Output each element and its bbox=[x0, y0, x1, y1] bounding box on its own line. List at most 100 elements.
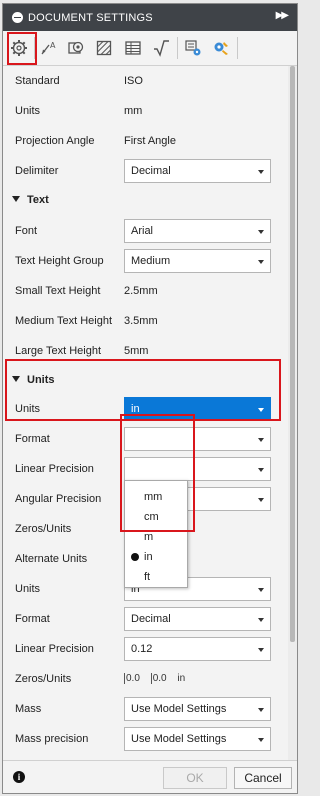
mass-precision-row: Mass precision Use Model Settings bbox=[3, 724, 288, 754]
alt-format-label: Format bbox=[15, 613, 50, 625]
medium-text-height-label: Medium Text Height bbox=[15, 315, 113, 327]
alt-format-select[interactable]: Decimal bbox=[124, 607, 271, 631]
gear-highlight-box bbox=[7, 32, 37, 65]
settings-scrollbar[interactable] bbox=[288, 66, 297, 760]
view-icon[interactable] bbox=[63, 34, 89, 62]
panel-footer: i OK Cancel bbox=[3, 760, 297, 793]
toolbar-divider bbox=[177, 37, 178, 59]
small-text-height-label: Small Text Height bbox=[15, 285, 101, 297]
alt-zeros-units-toggles[interactable]: 0.0 0.0 in bbox=[124, 673, 185, 684]
ok-button[interactable]: OK bbox=[163, 767, 227, 789]
toolbar-divider bbox=[237, 37, 238, 59]
scrollbar-thumb[interactable] bbox=[290, 66, 295, 642]
standard-label: Standard bbox=[15, 75, 60, 87]
settings-content: Standard ISO Units mm Projection Angle F… bbox=[3, 66, 288, 760]
alt-linear-precision-row: Linear Precision 0.12 bbox=[3, 634, 288, 664]
alt-zeros-toggle-leading[interactable]: 0.0 bbox=[124, 673, 140, 684]
projection-angle-label: Projection Angle bbox=[15, 135, 95, 147]
projection-angle-value: First Angle bbox=[124, 135, 176, 147]
alt-linear-precision-value: 0.12 bbox=[131, 643, 153, 655]
alternate-units-label: Alternate Units bbox=[15, 553, 88, 565]
chevron-down-icon bbox=[258, 468, 264, 472]
mass-precision-label: Mass precision bbox=[15, 733, 89, 745]
mass-row: Mass Use Model Settings bbox=[3, 694, 288, 724]
chevron-down-icon bbox=[258, 708, 264, 712]
alt-format-value: Decimal bbox=[131, 613, 171, 625]
units-option-label: m bbox=[144, 531, 154, 543]
alt-zeros-unit-label: in bbox=[177, 673, 186, 684]
text-section-title: Text bbox=[27, 194, 49, 206]
mass-precision-value: Use Model Settings bbox=[131, 733, 227, 745]
text-section-header[interactable]: Text bbox=[3, 186, 288, 214]
cancel-button[interactable]: Cancel bbox=[234, 767, 292, 789]
units-row: Units mm bbox=[3, 96, 288, 126]
hatch-icon[interactable] bbox=[91, 34, 117, 62]
units-section-highlight-box bbox=[5, 359, 281, 421]
units-option-ft[interactable]: ft bbox=[125, 567, 187, 587]
delimiter-label: Delimiter bbox=[15, 165, 59, 177]
alt-units-label: Units bbox=[15, 583, 41, 595]
format-label: Format bbox=[15, 433, 50, 445]
alt-linear-precision-select[interactable]: 0.12 bbox=[124, 637, 271, 661]
large-text-height-label: Large Text Height bbox=[15, 345, 102, 357]
text-height-group-row: Text Height Group Medium bbox=[3, 246, 288, 276]
delimiter-select-value: Decimal bbox=[131, 165, 171, 177]
zeros-units-label: Zeros/Units bbox=[15, 523, 72, 535]
units-label: Units bbox=[15, 105, 41, 117]
table-icon[interactable] bbox=[120, 34, 146, 62]
selected-radio-icon bbox=[131, 553, 139, 561]
angular-precision-label: Angular Precision bbox=[15, 493, 102, 505]
small-text-height-value: 2.5mm bbox=[124, 285, 158, 297]
mass-label: Mass bbox=[15, 703, 42, 715]
font-label: Font bbox=[15, 225, 38, 237]
standard-value: ISO bbox=[124, 75, 143, 87]
alt-zeros-toggle-trailing[interactable]: 0.0 bbox=[150, 673, 167, 684]
units-option-label: in bbox=[144, 551, 153, 563]
panel-titlebar: DOCUMENT SETTINGS ▶▶ bbox=[3, 4, 297, 31]
mass-select[interactable]: Use Model Settings bbox=[124, 697, 271, 721]
projection-angle-row: Projection Angle First Angle bbox=[3, 126, 288, 156]
font-select[interactable]: Arial bbox=[124, 219, 271, 243]
delimiter-select[interactable]: Decimal bbox=[124, 159, 271, 183]
text-height-group-select[interactable]: Medium bbox=[124, 249, 271, 273]
chevron-down-icon bbox=[258, 498, 264, 502]
large-text-height-value: 5mm bbox=[124, 345, 149, 357]
leader-annotation-icon[interactable]: A bbox=[36, 34, 62, 62]
alt-zeros-units-label: Zeros/Units bbox=[15, 673, 72, 685]
chevron-down-icon bbox=[258, 648, 264, 652]
chevron-down-icon bbox=[258, 738, 264, 742]
document-settings-panel: DOCUMENT SETTINGS ▶▶ A Standard ISO Unit… bbox=[2, 3, 298, 794]
units-option-in[interactable]: in bbox=[125, 547, 187, 567]
standard-row: Standard ISO bbox=[3, 66, 288, 96]
medium-text-height-row: Medium Text Height 3.5mm bbox=[3, 306, 288, 336]
small-text-height-row: Small Text Height 2.5mm bbox=[3, 276, 288, 306]
chevron-down-icon bbox=[258, 588, 264, 592]
settings-check-icon[interactable] bbox=[180, 34, 206, 62]
root-symbol-icon[interactable] bbox=[148, 34, 174, 62]
units-dropdown-highlight-box bbox=[120, 414, 195, 532]
delimiter-row: Delimiter Decimal bbox=[3, 156, 288, 186]
info-icon[interactable]: i bbox=[13, 771, 25, 783]
font-row: Font Arial bbox=[3, 216, 288, 246]
chevron-down-icon bbox=[258, 230, 264, 234]
mass-value: Use Model Settings bbox=[131, 703, 227, 715]
text-height-group-label: Text Height Group bbox=[15, 255, 104, 267]
alt-linear-precision-label: Linear Precision bbox=[15, 643, 94, 655]
chevron-down-icon bbox=[258, 618, 264, 622]
svg-text:A: A bbox=[50, 41, 56, 50]
collapse-icon[interactable] bbox=[12, 12, 23, 23]
alt-format-row: Format Decimal bbox=[3, 604, 288, 634]
chevron-down-icon bbox=[258, 170, 264, 174]
alt-zeros-units-row: Zeros/Units 0.0 0.0 in bbox=[3, 664, 288, 694]
units-value: mm bbox=[124, 105, 143, 117]
panel-title: DOCUMENT SETTINGS bbox=[28, 11, 153, 24]
settings-wrench-icon[interactable] bbox=[208, 34, 234, 62]
text-height-group-value: Medium bbox=[131, 255, 171, 267]
chevron-down-icon bbox=[258, 260, 264, 264]
mass-precision-select[interactable]: Use Model Settings bbox=[124, 727, 271, 751]
settings-toolbar: A bbox=[3, 31, 297, 66]
chevron-down-icon bbox=[258, 438, 264, 442]
linear-precision-label: Linear Precision bbox=[15, 463, 94, 475]
double-chevron-right-icon[interactable]: ▶▶ bbox=[276, 10, 289, 21]
medium-text-height-value: 3.5mm bbox=[124, 315, 158, 327]
